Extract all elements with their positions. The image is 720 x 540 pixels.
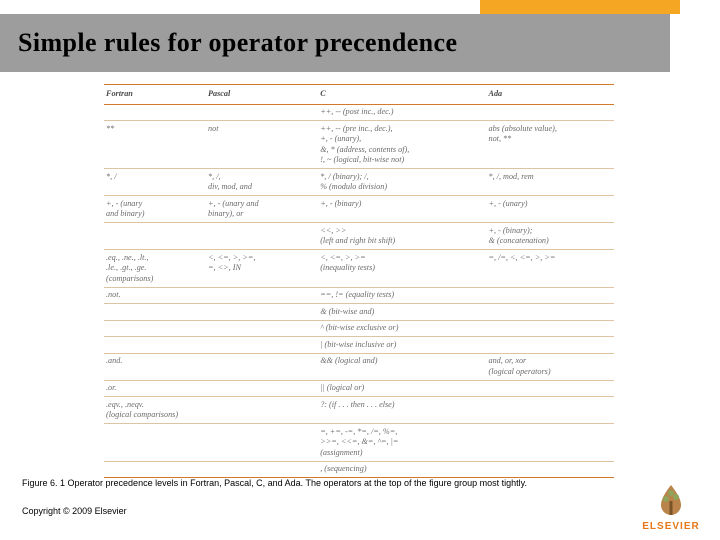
table-row: & (bit-wise and) — [104, 304, 614, 321]
cell-c: <<, >> (left and right bit shift) — [318, 223, 486, 250]
col-header-c: C — [318, 85, 486, 105]
cell-f — [104, 424, 206, 462]
cell-f: +, - (unary and binary) — [104, 196, 206, 223]
cell-f — [104, 320, 206, 337]
cell-p: +, - (unary and binary), or — [206, 196, 318, 223]
cell-a — [486, 424, 614, 462]
table-row: .and. && (logical and)and, or, xor (logic… — [104, 353, 614, 380]
cell-a: and, or, xor (logical operators) — [486, 353, 614, 380]
table-row: .or. || (logical or) — [104, 380, 614, 397]
table-row: .not. ==, != (equality tests) — [104, 287, 614, 304]
cell-c: =, +=, -=, *=, /=, %=, >>=, <<=, &=, ^=,… — [318, 424, 486, 462]
cell-f: .eqv., .neqv. (logical comparisons) — [104, 397, 206, 424]
cell-p — [206, 320, 318, 337]
cell-c: ^ (bit-wise exclusive or) — [318, 320, 486, 337]
col-header-ada: Ada — [486, 85, 614, 105]
cell-p — [206, 380, 318, 397]
table-row: **not++, -- (pre inc., dec.), +, - (unar… — [104, 121, 614, 169]
cell-p — [206, 337, 318, 354]
cell-p — [206, 223, 318, 250]
cell-a — [486, 397, 614, 424]
cell-a — [486, 287, 614, 304]
table-row: *, /*, /, div, mod, and*, / (binary); /,… — [104, 169, 614, 196]
cell-c: & (bit-wise and) — [318, 304, 486, 321]
cell-a — [486, 320, 614, 337]
cell-p — [206, 397, 318, 424]
cell-c: , (sequencing) — [318, 461, 486, 478]
publisher-logo: ELSEVIER — [636, 479, 706, 532]
title-bar: Simple rules for operator precendence — [0, 14, 670, 72]
col-header-fortran: Fortran — [104, 85, 206, 105]
table-row: | (bit-wise inclusive or) — [104, 337, 614, 354]
cell-c: ==, != (equality tests) — [318, 287, 486, 304]
cell-f — [104, 104, 206, 121]
cell-f — [104, 461, 206, 478]
table-row: <<, >> (left and right bit shift)+, - (b… — [104, 223, 614, 250]
cell-a: =, /=, <, <=, >, >= — [486, 250, 614, 288]
cell-p — [206, 353, 318, 380]
table-row: .eq., .ne., .lt., .le., .gt., .ge. (comp… — [104, 250, 614, 288]
table-row: ++, -- (post inc., dec.) — [104, 104, 614, 121]
publisher-word: ELSEVIER — [636, 521, 706, 532]
cell-a — [486, 104, 614, 121]
cell-a: abs (absolute value), not, ** — [486, 121, 614, 169]
table-row: ^ (bit-wise exclusive or) — [104, 320, 614, 337]
cell-p — [206, 424, 318, 462]
accent-bar — [480, 0, 680, 14]
cell-a — [486, 337, 614, 354]
cell-c: ++, -- (pre inc., dec.), +, - (unary), &… — [318, 121, 486, 169]
cell-c: | (bit-wise inclusive or) — [318, 337, 486, 354]
cell-f: *, / — [104, 169, 206, 196]
cell-f: .eq., .ne., .lt., .le., .gt., .ge. (comp… — [104, 250, 206, 288]
cell-f — [104, 304, 206, 321]
cell-f — [104, 337, 206, 354]
precedence-table: Fortran Pascal C Ada ++, -- (post inc., … — [104, 84, 614, 478]
cell-p — [206, 304, 318, 321]
cell-a: *, /, mod, rem — [486, 169, 614, 196]
table-header-row: Fortran Pascal C Ada — [104, 85, 614, 105]
cell-c: && (logical and) — [318, 353, 486, 380]
table-row: , (sequencing) — [104, 461, 614, 478]
cell-c: ++, -- (post inc., dec.) — [318, 104, 486, 121]
cell-f: .not. — [104, 287, 206, 304]
cell-p: <, <=, >, >=, =, <>, IN — [206, 250, 318, 288]
cell-c: *, / (binary); /, % (modulo division) — [318, 169, 486, 196]
cell-c: +, - (binary) — [318, 196, 486, 223]
cell-f: .or. — [104, 380, 206, 397]
copyright-line: Copyright © 2009 Elsevier — [22, 506, 127, 516]
col-header-pascal: Pascal — [206, 85, 318, 105]
cell-a — [486, 380, 614, 397]
cell-a: +, - (binary); & (concatenation) — [486, 223, 614, 250]
cell-f: ** — [104, 121, 206, 169]
cell-p — [206, 104, 318, 121]
cell-a — [486, 304, 614, 321]
cell-c: <, <=, >, >= (inequality tests) — [318, 250, 486, 288]
page-title: Simple rules for operator precendence — [18, 28, 457, 58]
table-row: .eqv., .neqv. (logical comparisons) ?: (i… — [104, 397, 614, 424]
cell-f — [104, 223, 206, 250]
cell-a — [486, 461, 614, 478]
precedence-table-wrap: Fortran Pascal C Ada ++, -- (post inc., … — [104, 84, 614, 478]
figure-caption: Figure 6. 1 Operator precedence levels i… — [22, 478, 682, 488]
cell-a: +, - (unary) — [486, 196, 614, 223]
cell-c: ?: (if . . . then . . . else) — [318, 397, 486, 424]
cell-c: || (logical or) — [318, 380, 486, 397]
elsevier-tree-icon — [651, 479, 691, 519]
cell-p — [206, 461, 318, 478]
cell-f: .and. — [104, 353, 206, 380]
cell-p — [206, 287, 318, 304]
table-row: +, - (unary and binary)+, - (unary and b… — [104, 196, 614, 223]
table-row: =, +=, -=, *=, /=, %=, >>=, <<=, &=, ^=,… — [104, 424, 614, 462]
cell-p: *, /, div, mod, and — [206, 169, 318, 196]
cell-p: not — [206, 121, 318, 169]
